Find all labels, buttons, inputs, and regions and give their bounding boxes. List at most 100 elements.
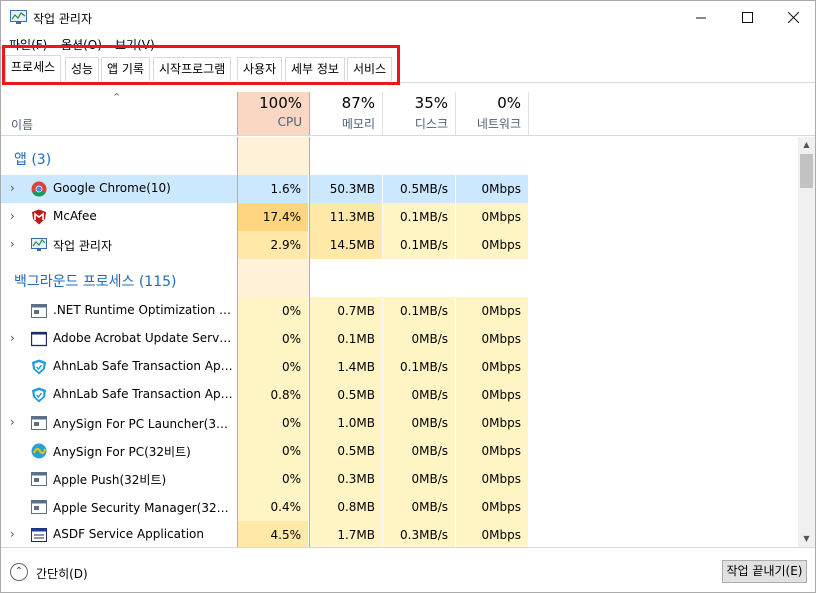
process-net-value: 0Mbps bbox=[456, 231, 529, 259]
expand-chevron-icon[interactable]: › bbox=[10, 331, 15, 345]
process-mem-value: 0.3MB bbox=[310, 465, 383, 493]
process-name-cell[interactable]: › 작업 관리자 bbox=[1, 231, 237, 259]
end-task-button[interactable]: 작업 끝내기(E) bbox=[722, 560, 807, 583]
process-mem-value: 0.5MB bbox=[310, 437, 383, 465]
process-mem-value: 0.1MB bbox=[310, 325, 383, 353]
process-row[interactable]: › AnySign For PC Launcher(32비트) 0% 1.0MB 0MB… bbox=[1, 409, 798, 437]
expand-chevron-icon[interactable]: › bbox=[10, 237, 15, 251]
process-name-cell[interactable]: › AnySign For PC Launcher(32비트) bbox=[1, 409, 237, 437]
menu-options[interactable]: 옵션(O) bbox=[61, 36, 102, 53]
process-name-cell[interactable]: Apple Push(32비트) bbox=[1, 465, 237, 493]
sort-up-icon[interactable]: ⌃ bbox=[112, 91, 121, 104]
group-background[interactable]: 백그라운드 프로세스 (115) bbox=[1, 259, 798, 297]
ahnlab-shield-icon bbox=[31, 387, 47, 403]
process-name: AnySign For PC Launcher(32비트) bbox=[53, 417, 233, 431]
process-name-cell[interactable]: › Adobe Acrobat Update Service... bbox=[1, 325, 237, 353]
process-cpu-value: 0.8% bbox=[238, 381, 309, 409]
process-name: McAfee bbox=[53, 209, 97, 223]
menu-file[interactable]: 파일(F) bbox=[9, 36, 47, 53]
process-cpu-value: 0% bbox=[238, 353, 309, 381]
window-title: 작업 관리자 bbox=[33, 12, 93, 26]
mcafee-icon bbox=[31, 209, 47, 225]
process-row[interactable]: .NET Runtime Optimization Ser... 0% 0.7MB 0… bbox=[1, 297, 798, 325]
process-cpu-value: 0% bbox=[238, 409, 309, 437]
process-disk-value: 0MB/s bbox=[383, 409, 456, 437]
process-mem-value: 50.3MB bbox=[310, 175, 383, 203]
process-row[interactable]: Apple Push(32비트) 0% 0.3MB 0MB/s 0Mbps bbox=[1, 465, 798, 493]
column-network[interactable]: 0% 네트워크 bbox=[456, 92, 529, 135]
group-apps[interactable]: 앱 (3) bbox=[1, 137, 798, 175]
process-mem-value: 11.3MB bbox=[310, 203, 383, 231]
title-bar[interactable]: 작업 관리자 bbox=[1, 1, 815, 33]
memory-label: 메모리 bbox=[341, 117, 375, 131]
tab-startup[interactable]: 시작프로그램 bbox=[153, 57, 232, 81]
tab-details[interactable]: 세부 정보 bbox=[285, 57, 345, 81]
process-disk-value: 0MB/s bbox=[383, 381, 456, 409]
process-row[interactable]: › 작업 관리자 2.9% 14.5MB 0.1MB/s 0Mbps bbox=[1, 231, 798, 259]
process-name: AhnLab Safe Transaction Appli... bbox=[53, 359, 233, 373]
process-list: 앱 (3) 백그라운드 프로세스 (115) › Google Chrome(10… bbox=[1, 137, 798, 547]
process-net-value: 0Mbps bbox=[456, 493, 529, 521]
process-name: Google Chrome(10) bbox=[53, 181, 171, 195]
column-cpu[interactable]: 100% CPU bbox=[237, 92, 310, 135]
tab-processes[interactable]: 프로세스 bbox=[5, 55, 62, 83]
column-memory[interactable]: 87% 메모리 bbox=[310, 92, 383, 135]
process-cpu-value: 0% bbox=[238, 325, 309, 353]
process-name-cell[interactable]: › McAfee bbox=[1, 203, 237, 231]
expand-chevron-icon[interactable]: › bbox=[10, 209, 15, 223]
process-name-cell[interactable]: › Google Chrome(10) bbox=[1, 175, 237, 203]
disk-label: 디스크 bbox=[414, 117, 448, 131]
chrome-icon bbox=[31, 181, 47, 197]
tab-services[interactable]: 서비스 bbox=[347, 57, 393, 81]
scroll-down-icon[interactable]: ▼ bbox=[798, 531, 815, 547]
process-name-cell[interactable]: AhnLab Safe Transaction Appli... bbox=[1, 353, 237, 381]
process-row[interactable]: Apple Security Manager(32비트) 0.4% 0.8MB 0MB… bbox=[1, 493, 798, 521]
app-window-icon bbox=[31, 415, 47, 431]
tab-users[interactable]: 사용자 bbox=[237, 57, 283, 81]
collapse-chevron-up-icon[interactable]: ⌃ bbox=[10, 563, 28, 581]
process-disk-value: 0MB/s bbox=[383, 437, 456, 465]
tab-performance[interactable]: 성능 bbox=[65, 57, 100, 81]
close-button[interactable] bbox=[770, 1, 816, 33]
expand-chevron-icon[interactable]: › bbox=[10, 527, 15, 541]
process-name-cell[interactable]: AnySign For PC(32비트) bbox=[1, 437, 237, 465]
process-name-cell[interactable]: .NET Runtime Optimization Ser... bbox=[1, 297, 237, 325]
process-name-cell[interactable]: Apple Security Manager(32비트) bbox=[1, 493, 237, 521]
ahnlab-shield-icon bbox=[31, 359, 47, 375]
process-row[interactable]: AhnLab Safe Transaction Appli... 0% 1.4MB 0… bbox=[1, 353, 798, 381]
vertical-scrollbar[interactable]: ▲ ▼ bbox=[798, 137, 815, 547]
process-net-value: 0Mbps bbox=[456, 465, 529, 493]
column-name[interactable]: 이름 bbox=[11, 116, 33, 133]
process-name-cell[interactable]: › ASDF Service Application bbox=[1, 521, 237, 547]
process-name: 작업 관리자 bbox=[53, 239, 113, 253]
scroll-thumb[interactable] bbox=[800, 154, 813, 188]
process-name: AnySign For PC(32비트) bbox=[53, 445, 191, 459]
cpu-total: 100% bbox=[259, 94, 302, 112]
process-disk-value: 0.1MB/s bbox=[383, 353, 456, 381]
column-disk[interactable]: 35% 디스크 bbox=[383, 92, 456, 135]
process-mem-value: 1.7MB bbox=[310, 521, 383, 547]
process-net-value: 0Mbps bbox=[456, 437, 529, 465]
tab-bar: 프로세스 성능 앱 기록 시작프로그램 사용자 세부 정보 서비스 bbox=[1, 53, 815, 83]
expand-chevron-icon[interactable]: › bbox=[10, 415, 15, 429]
process-row[interactable]: AnySign For PC(32비트) 0% 0.5MB 0MB/s 0Mbps bbox=[1, 437, 798, 465]
process-row[interactable]: › Google Chrome(10) 1.6% 50.3MB 0.5MB/s 0Mbps bbox=[1, 175, 798, 203]
column-header: ⌃ 이름 100% CPU 87% 메모리 35% 디스크 0% 네트워크 bbox=[1, 91, 815, 136]
minimize-button[interactable] bbox=[678, 1, 724, 33]
menu-view[interactable]: 보기(V) bbox=[115, 36, 155, 53]
process-cpu-value: 4.5% bbox=[238, 521, 309, 547]
disk-total: 35% bbox=[414, 94, 448, 112]
scroll-up-icon[interactable]: ▲ bbox=[798, 137, 815, 153]
process-row[interactable]: › McAfee 17.4% 11.3MB 0.1MB/s 0Mbps bbox=[1, 203, 798, 231]
process-cpu-value: 1.6% bbox=[238, 175, 309, 203]
maximize-button[interactable] bbox=[724, 1, 770, 33]
process-mem-value: 1.4MB bbox=[310, 353, 383, 381]
process-disk-value: 0.1MB/s bbox=[383, 297, 456, 325]
process-row[interactable]: › ASDF Service Application 4.5% 1.7MB 0.3MB/… bbox=[1, 521, 798, 547]
tab-app-history[interactable]: 앱 기록 bbox=[101, 57, 150, 81]
process-name-cell[interactable]: AhnLab Safe Transaction Appli... bbox=[1, 381, 237, 409]
process-row[interactable]: › Adobe Acrobat Update Service... 0% 0.1MB 0… bbox=[1, 325, 798, 353]
fewer-details-link[interactable]: 간단히(D) bbox=[36, 565, 88, 582]
expand-chevron-icon[interactable]: › bbox=[10, 181, 15, 195]
process-row[interactable]: AhnLab Safe Transaction Appli... 0.8% 0.5M… bbox=[1, 381, 798, 409]
